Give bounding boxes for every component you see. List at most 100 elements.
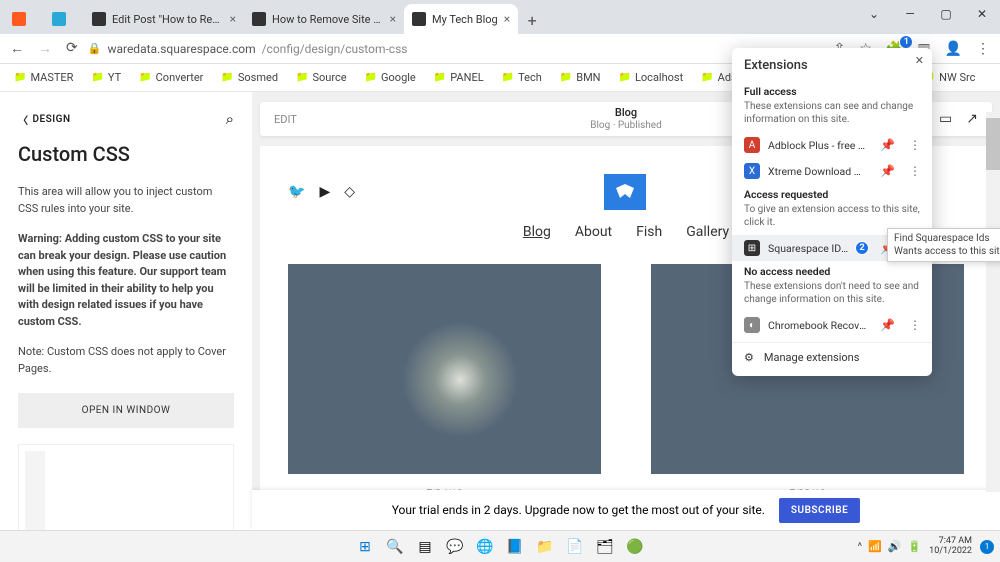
section-full-access: Full access: [732, 81, 932, 100]
chat-icon[interactable]: 💬: [443, 535, 467, 559]
minimize-button[interactable]: —: [892, 0, 928, 28]
bookmark-item[interactable]: Converter: [139, 71, 203, 84]
tab-4[interactable]: How to Remove Site Header Sq…×: [244, 4, 404, 34]
pin-icon[interactable]: 📌: [877, 318, 898, 332]
page-indicator[interactable]: Blog Blog · Published: [590, 106, 661, 131]
reload-button[interactable]: ⟳: [66, 40, 78, 57]
bookmark-item[interactable]: YT: [91, 71, 121, 84]
edit-button[interactable]: EDIT: [274, 113, 297, 126]
subscribe-button[interactable]: SUBSCRIBE: [779, 498, 860, 523]
notepad-icon[interactable]: 📄: [563, 535, 587, 559]
chevron-down-icon[interactable]: ⌄: [856, 0, 892, 28]
extension-icon: X: [744, 163, 760, 179]
wifi-icon[interactable]: 📶: [868, 540, 882, 553]
manage-extensions-link[interactable]: ⚙ Manage extensions: [732, 342, 932, 372]
window-controls: ⌄ — ▢ ✕: [856, 0, 1000, 28]
chevron-left-icon: 〈: [18, 112, 29, 127]
chrome-icon[interactable]: 🟢: [623, 535, 647, 559]
lock-icon: 🔒: [88, 42, 102, 55]
back-design-link[interactable]: 〈DESIGN: [18, 112, 71, 127]
close-icon[interactable]: ×: [504, 12, 510, 26]
bookmark-item[interactable]: MASTER: [14, 71, 73, 84]
extension-tooltip: Find Squarespace Ids Wants access to thi…: [887, 228, 1000, 262]
ext-row-recovery[interactable]: ◐ Chromebook Recovery Utility 📌 ⋮: [732, 312, 932, 338]
close-icon[interactable]: ✕: [915, 54, 924, 67]
youtube-icon[interactable]: ▶: [319, 184, 330, 200]
explorer-icon[interactable]: 📁: [533, 535, 557, 559]
instagram-icon[interactable]: ◇: [344, 184, 355, 200]
profile-icon[interactable]: 👤: [945, 41, 962, 57]
forward-button[interactable]: →: [38, 40, 52, 57]
extension-icon: ◐: [744, 317, 760, 333]
ext-row-xdm[interactable]: X Xtreme Download Manager 📌 ⋮: [732, 158, 932, 184]
tab-5-active[interactable]: My Tech Blog×: [404, 4, 518, 34]
bookmark-item[interactable]: Tech: [502, 71, 542, 84]
twitter-icon[interactable]: 🐦: [288, 184, 305, 200]
social-icons: 🐦 ▶ ◇: [288, 184, 355, 200]
search-icon[interactable]: ⌕: [226, 110, 234, 128]
app-icon[interactable]: 🗂: [593, 535, 617, 559]
menu-icon[interactable]: ⋮: [976, 41, 990, 57]
pin-icon[interactable]: 📌: [877, 138, 898, 152]
nav-blog[interactable]: Blog: [523, 224, 551, 240]
more-icon[interactable]: ⋮: [906, 138, 924, 152]
word-icon[interactable]: 📘: [503, 535, 527, 559]
address-bar[interactable]: 🔒 waredata.squarespace.com/config/design…: [88, 42, 824, 56]
start-button[interactable]: ⊞: [353, 535, 377, 559]
pin-icon[interactable]: 📌: [877, 164, 898, 178]
popup-title: Extensions: [732, 48, 932, 81]
intro-text: This area will allow you to inject custo…: [18, 184, 234, 217]
edge-icon[interactable]: 🌐: [473, 535, 497, 559]
back-button[interactable]: ←: [10, 40, 24, 57]
close-icon[interactable]: ×: [230, 12, 236, 26]
battery-icon[interactable]: 🔋: [907, 540, 921, 553]
trial-message: Your trial ends in 2 days. Upgrade now t…: [392, 503, 765, 517]
page-title: Custom CSS: [18, 142, 234, 166]
tab-3[interactable]: Edit Post "How to Remove Site H…×: [84, 4, 244, 34]
url-path: /config/design/custom-css: [262, 42, 408, 56]
trial-banner: Your trial ends in 2 days. Upgrade now t…: [252, 490, 1000, 530]
extension-icon: A: [744, 137, 760, 153]
taskview-icon[interactable]: ▤: [413, 535, 437, 559]
post-image: [288, 264, 601, 474]
new-tab-button[interactable]: +: [518, 6, 546, 34]
note-text: Note: Custom CSS does not apply to Cover…: [18, 344, 234, 377]
close-button[interactable]: ✕: [964, 0, 1000, 28]
ext-row-adblock[interactable]: A Adblock Plus - free ad blocker 📌 ⋮: [732, 132, 932, 158]
bookmark-item[interactable]: BMN: [560, 71, 601, 84]
bookmark-item[interactable]: PANEL: [434, 71, 484, 84]
tab-1[interactable]: [4, 4, 44, 34]
section-no-access: No access needed: [732, 261, 932, 280]
blog-post-1[interactable]: 7/24/19: [288, 264, 601, 501]
more-icon[interactable]: ⋮: [906, 318, 924, 332]
browser-tabstrip: Edit Post "How to Remove Site H…× How to…: [0, 0, 1000, 34]
annotation-1: 1: [899, 35, 913, 49]
mobile-view-icon[interactable]: ▭: [939, 111, 952, 127]
bookmark-item[interactable]: Localhost: [619, 71, 684, 84]
nav-about[interactable]: About: [575, 224, 612, 240]
warning-text: Warning: Adding custom CSS to your site …: [18, 231, 234, 330]
grid-icon: ⊞: [744, 240, 760, 256]
annotation-2: 2: [855, 241, 869, 255]
volume-icon[interactable]: 🔊: [888, 540, 902, 553]
site-logo[interactable]: [604, 174, 646, 210]
more-icon[interactable]: ⋮: [906, 164, 924, 178]
section-access-requested: Access requested: [732, 184, 932, 203]
nav-gallery[interactable]: Gallery: [686, 224, 729, 240]
nav-fish[interactable]: Fish: [636, 224, 662, 240]
vertical-scrollbar[interactable]: [986, 112, 1000, 492]
tab-2[interactable]: [44, 4, 84, 34]
expand-icon[interactable]: ↗: [966, 111, 978, 127]
maximize-button[interactable]: ▢: [928, 0, 964, 28]
css-editor[interactable]: [18, 444, 234, 530]
close-icon[interactable]: ×: [390, 12, 396, 26]
clock[interactable]: 7:47 AM 10/1/2022: [929, 537, 972, 557]
open-in-window-button[interactable]: OPEN IN WINDOW: [18, 393, 234, 428]
bookmark-item[interactable]: Source: [296, 71, 347, 84]
search-icon[interactable]: 🔍: [383, 535, 407, 559]
chevron-up-icon[interactable]: ^: [857, 540, 862, 553]
notifications-icon[interactable]: 1: [980, 540, 994, 554]
bookmark-item[interactable]: Google: [365, 71, 416, 84]
gear-icon: ⚙: [744, 351, 754, 364]
bookmark-item[interactable]: Sosmed: [221, 71, 278, 84]
